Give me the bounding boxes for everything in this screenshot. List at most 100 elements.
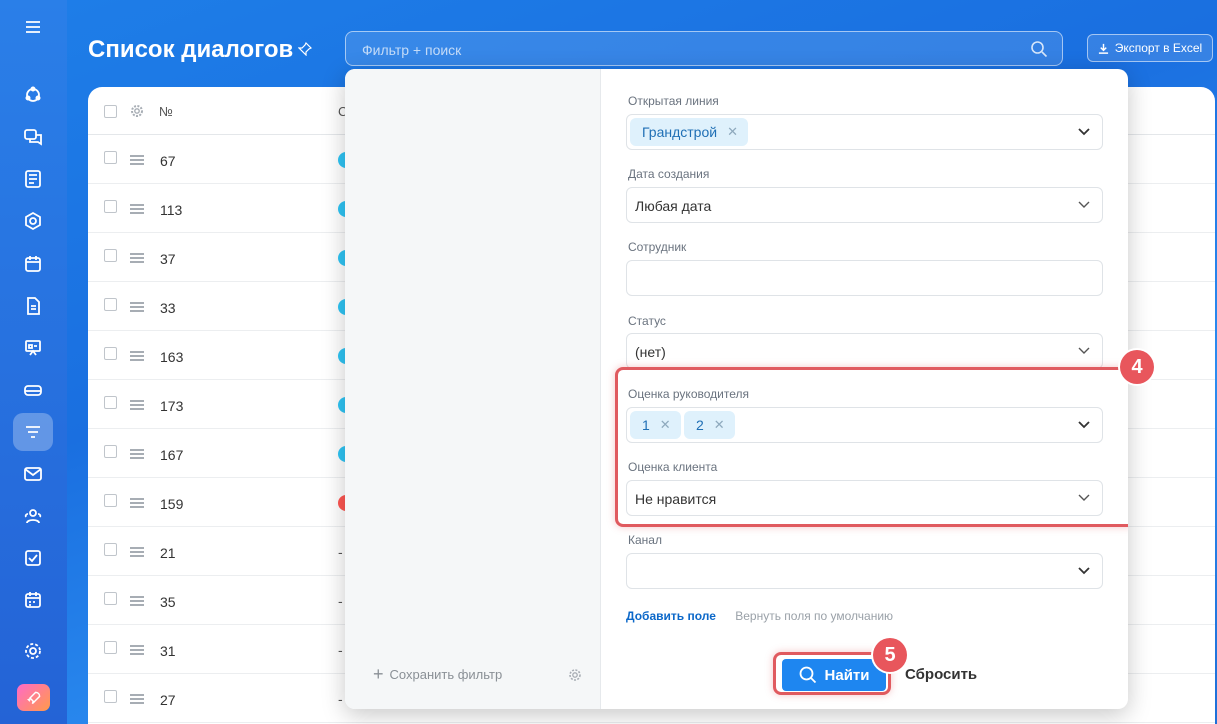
- status-label: Статус: [628, 314, 666, 328]
- add-field-link[interactable]: Добавить поле: [626, 609, 716, 623]
- restore-default-fields-link[interactable]: Вернуть поля по умолчанию: [735, 609, 893, 623]
- export-excel-button[interactable]: Экспорт в Excel: [1087, 34, 1213, 62]
- remove-tag-icon[interactable]: ✕: [727, 124, 738, 140]
- drag-handle-icon[interactable]: [130, 400, 144, 410]
- row-checkbox[interactable]: [104, 592, 117, 605]
- tasks-icon[interactable]: [13, 539, 53, 577]
- created-date-select[interactable]: Любая дата: [626, 187, 1103, 223]
- employee-field[interactable]: [626, 260, 1103, 296]
- drag-handle-icon[interactable]: [130, 302, 144, 312]
- planner-icon[interactable]: [13, 581, 53, 619]
- left-navigation-rail: [0, 0, 67, 724]
- status-value: -: [338, 544, 343, 560]
- step-badge-5: 5: [873, 638, 907, 672]
- row-number[interactable]: 31: [160, 643, 176, 659]
- news-icon[interactable]: [13, 160, 53, 198]
- settings-icon[interactable]: [13, 632, 53, 670]
- chevron-down-icon[interactable]: [1078, 201, 1090, 209]
- find-label: Найти: [824, 666, 870, 684]
- chevron-down-icon[interactable]: [1078, 128, 1090, 136]
- row-number[interactable]: 167: [160, 447, 183, 463]
- presentation-icon[interactable]: [13, 329, 53, 367]
- column-number-header[interactable]: №: [159, 104, 173, 119]
- row-checkbox[interactable]: [104, 690, 117, 703]
- row-number[interactable]: 173: [160, 398, 183, 414]
- chevron-down-icon[interactable]: [1078, 347, 1090, 355]
- drag-handle-icon[interactable]: [130, 155, 144, 165]
- drag-handle-icon[interactable]: [130, 253, 144, 263]
- row-number[interactable]: 35: [160, 594, 176, 610]
- row-number[interactable]: 37: [160, 251, 176, 267]
- rocket-icon[interactable]: [17, 684, 50, 711]
- drag-handle-icon[interactable]: [130, 645, 144, 655]
- drag-handle-icon[interactable]: [130, 351, 144, 361]
- search-icon: [799, 666, 816, 684]
- row-checkbox[interactable]: [104, 347, 117, 360]
- document-icon[interactable]: [13, 287, 53, 325]
- calendar-icon[interactable]: [13, 245, 53, 283]
- row-checkbox[interactable]: [104, 298, 117, 311]
- saved-filters-panel: + Сохранить фильтр: [345, 69, 601, 709]
- open-line-label: Открытая линия: [628, 94, 719, 108]
- search-placeholder: Фильтр + поиск: [362, 42, 462, 58]
- row-number[interactable]: 21: [160, 545, 176, 561]
- row-number[interactable]: 163: [160, 349, 183, 365]
- chats-icon[interactable]: [13, 118, 53, 156]
- row-number[interactable]: 33: [160, 300, 176, 316]
- row-checkbox[interactable]: [104, 151, 117, 164]
- field-links: Добавить поле Вернуть поля по умолчанию: [626, 609, 893, 623]
- row-checkbox[interactable]: [104, 249, 117, 262]
- row-checkbox[interactable]: [104, 641, 117, 654]
- download-icon: [1098, 43, 1108, 54]
- drag-handle-icon[interactable]: [130, 694, 144, 704]
- row-checkbox[interactable]: [104, 543, 117, 556]
- export-label: Экспорт в Excel: [1114, 41, 1203, 55]
- created-date-value: Любая дата: [635, 198, 712, 214]
- chevron-down-icon[interactable]: [1078, 567, 1090, 575]
- channel-select[interactable]: [626, 553, 1103, 589]
- status-select[interactable]: (нет): [626, 333, 1103, 369]
- save-filter-label: Сохранить фильтр: [389, 667, 503, 682]
- tag-label: Грандстрой: [642, 124, 718, 140]
- page-title: Список диалогов: [88, 36, 294, 63]
- save-filter-button[interactable]: + Сохранить фильтр: [373, 665, 503, 683]
- pin-icon[interactable]: [298, 42, 312, 56]
- gear-icon[interactable]: [130, 104, 144, 118]
- row-number[interactable]: 113: [160, 202, 182, 218]
- mail-icon[interactable]: [13, 455, 53, 493]
- storage-icon[interactable]: [13, 371, 53, 409]
- users-icon[interactable]: [13, 497, 53, 535]
- status-value: -: [338, 691, 343, 707]
- drag-handle-icon[interactable]: [130, 547, 144, 557]
- row-checkbox[interactable]: [104, 200, 117, 213]
- search-icon[interactable]: [1030, 40, 1048, 58]
- row-checkbox[interactable]: [104, 396, 117, 409]
- channel-label: Канал: [628, 533, 662, 547]
- created-date-label: Дата создания: [628, 167, 710, 181]
- row-number[interactable]: 159: [160, 496, 183, 512]
- status-value: -: [338, 642, 343, 658]
- reset-button[interactable]: Сбросить: [905, 666, 977, 683]
- step-highlight-rating: [615, 367, 1128, 527]
- tag-item: Грандстрой ✕: [630, 118, 748, 146]
- hexagon-icon[interactable]: [13, 202, 53, 240]
- drag-handle-icon[interactable]: [130, 596, 144, 606]
- row-number[interactable]: 27: [160, 692, 176, 708]
- find-button[interactable]: Найти: [782, 659, 886, 691]
- drag-handle-icon[interactable]: [130, 498, 144, 508]
- filter-icon[interactable]: [13, 413, 53, 451]
- filter-popup: + Сохранить фильтр Открытая линия Грандс…: [345, 69, 1128, 709]
- filter-search-input[interactable]: Фильтр + поиск: [345, 31, 1063, 66]
- automation-icon[interactable]: [13, 76, 53, 114]
- row-checkbox[interactable]: [104, 445, 117, 458]
- row-checkbox[interactable]: [104, 494, 117, 507]
- select-all-checkbox[interactable]: [104, 105, 117, 118]
- open-line-select[interactable]: Грандстрой ✕: [626, 114, 1103, 150]
- step-badge-4: 4: [1120, 350, 1154, 384]
- drag-handle-icon[interactable]: [130, 449, 144, 459]
- menu-icon[interactable]: [13, 8, 53, 46]
- drag-handle-icon[interactable]: [130, 204, 144, 214]
- employee-label: Сотрудник: [628, 240, 687, 254]
- row-number[interactable]: 67: [160, 153, 176, 169]
- gear-icon[interactable]: [568, 668, 582, 682]
